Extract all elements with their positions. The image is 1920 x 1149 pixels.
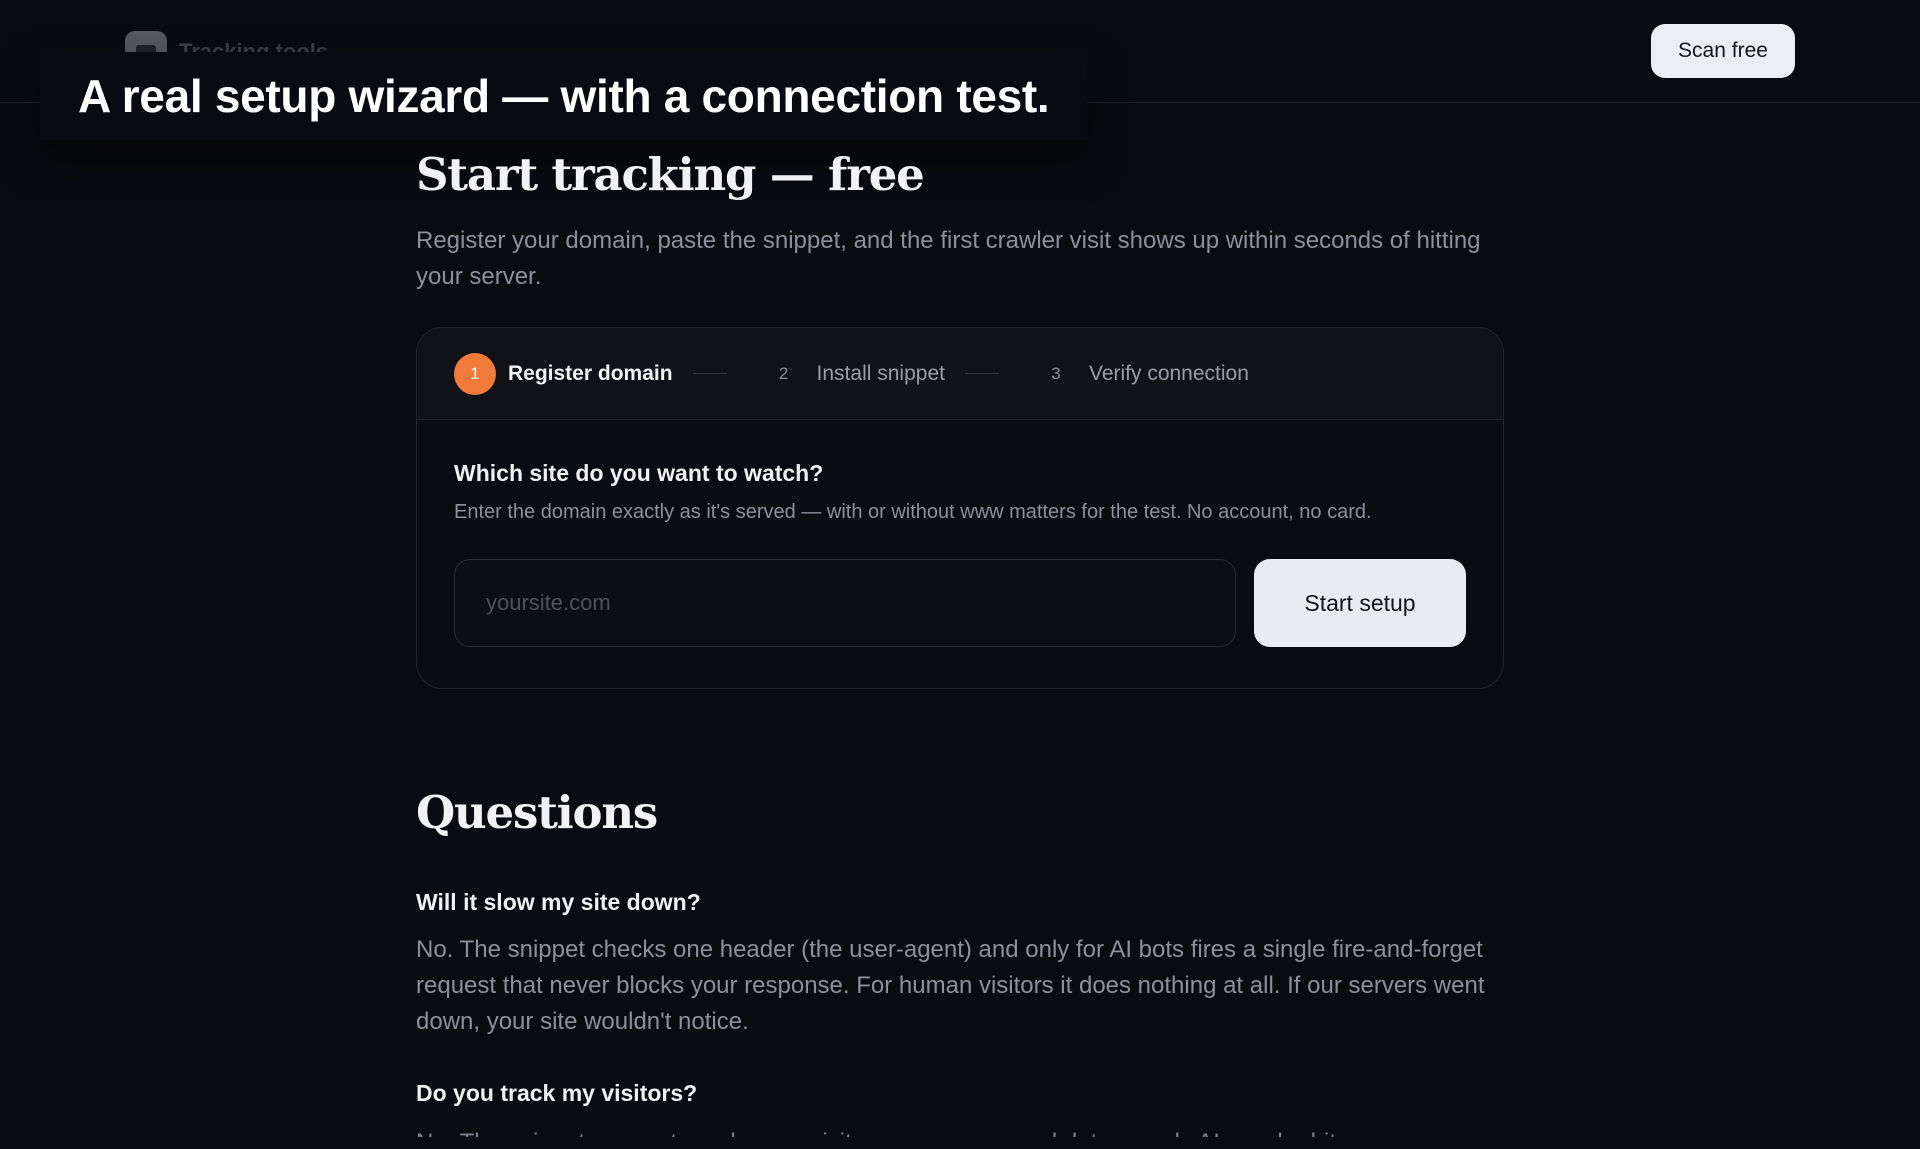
scan-free-button[interactable]: Scan free [1651,24,1795,78]
setup-wizard: 1 Register domain 2 Install snippet 3 Ve… [416,327,1504,689]
start-setup-button[interactable]: Start setup [1254,559,1466,647]
faq-section: Questions Will it slow my site down? No.… [416,786,1506,1137]
step-verify-connection[interactable]: 3 Verify connection [1035,353,1249,395]
step-divider [692,373,727,374]
wizard-hint: Enter the domain exactly as it's served … [454,501,1372,523]
domain-input[interactable] [454,559,1236,647]
wizard-question: Which site do you want to watch? [454,460,824,486]
wizard-body: Which site do you want to watch? Enter t… [417,420,1503,647]
step-number: 1 [454,352,496,395]
page: Tracking.tools Scan free A real setup wi… [0,0,1920,1149]
step-number: 2 [778,363,789,383]
step-divider [964,373,999,374]
step-number: 3 [1051,363,1061,383]
domain-form: Start setup [454,559,1467,647]
step-label: Install snippet [816,361,945,385]
hero-section: Start tracking — free Register your doma… [416,148,1506,295]
faq-question: Do you track my visitors? [416,1080,698,1106]
hero-lead: Register your domain, paste the snippet,… [416,227,1481,290]
step-label: Register domain [508,361,673,385]
faq-answer: No. The snippet checks one header (the u… [416,936,1485,1035]
step-label: Verify connection [1088,361,1249,385]
step-install-snippet[interactable]: 2 Install snippet [763,353,945,395]
faq-title: Questions [416,786,658,839]
page-title: Start tracking — free [416,148,925,201]
faq-question: Will it slow my site down? [416,889,701,915]
wizard-stepper: 1 Register domain 2 Install snippet 3 Ve… [417,328,1503,420]
step-register-domain[interactable]: 1 Register domain [454,352,673,395]
caption-overlay: A real setup wizard — with a connection … [40,52,1088,140]
faq-answer: No. The snippet never stores human visit… [416,1125,1486,1137]
